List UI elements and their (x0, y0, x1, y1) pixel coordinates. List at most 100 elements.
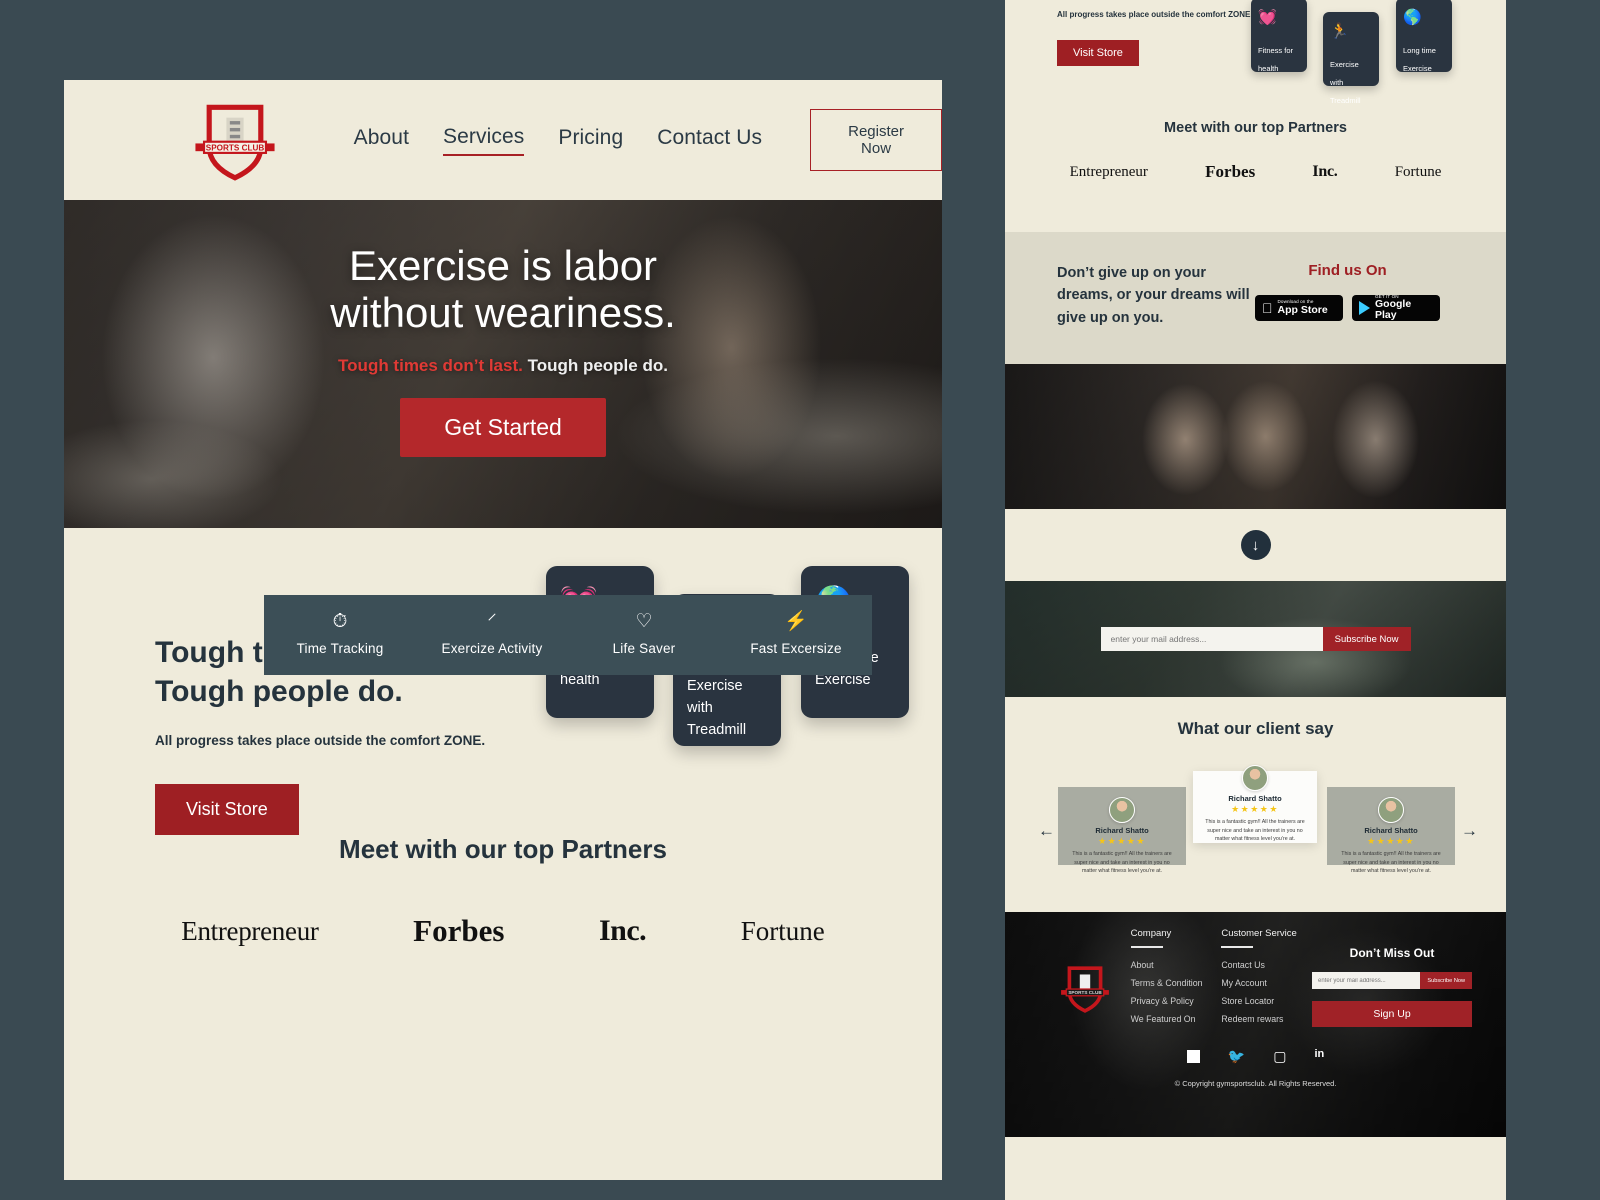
footer-link-store-locator[interactable]: Store Locator (1221, 996, 1312, 1006)
facebook-icon[interactable]: f (1186, 1048, 1200, 1065)
feature-exercize-activity[interactable]: ⸍ Exercize Activity (416, 612, 568, 658)
hero-title-line2: without weariness. (330, 289, 676, 337)
hero-subtitle-white: Tough people do. (522, 356, 668, 376)
visit-store-button[interactable]: Visit Store (155, 784, 299, 835)
google-play-badge[interactable]: GET IT ON Google Play (1352, 294, 1440, 322)
partner-logo-fortune: Fortune (740, 915, 825, 946)
sign-up-button[interactable]: Sign Up (1312, 1001, 1473, 1027)
footer-column-heading: Customer Service (1221, 928, 1297, 939)
testimonials-carousel: ← Richard Shatto ★★★★★ This is a fantast… (1005, 759, 1506, 874)
site-header: SPORTS CLUB About Services Pricing Conta… (64, 80, 942, 200)
footer-link-contact-us[interactable]: Contact Us (1221, 960, 1312, 970)
hero-banner: Exercise is labor without weariness. Tou… (64, 200, 942, 528)
divider (1130, 946, 1163, 948)
partner-logo-entrepreneur: Entrepreneur (181, 915, 319, 946)
testimonial-name: Richard Shatto (1095, 826, 1149, 835)
footer-signup-block: Don’t Miss Out Subscribe Now Sign Up (1312, 928, 1473, 1032)
scroll-down-button[interactable]: ↓ (1240, 530, 1271, 560)
nav-item-about[interactable]: About (354, 126, 409, 155)
rp-program-card-exercise-with-treadmill[interactable]: 🏃 Exercise with Treadmill (1323, 12, 1379, 105)
feature-label: Life Saver (612, 641, 676, 656)
feature-time-tracking[interactable]: ⏱ Time Tracking (264, 612, 416, 658)
footer-link-my-account[interactable]: My Account (1221, 978, 1312, 988)
right-page-preview: All progress takes place outside the com… (1005, 0, 1506, 1200)
heart-icon: ♡ (635, 611, 653, 632)
hero-title-line1: Exercise is labor (348, 242, 658, 289)
twitter-icon[interactable]: 🐦 (1228, 1048, 1245, 1065)
get-started-button[interactable]: Get Started (400, 398, 606, 458)
dreams-band: Don’t give up on your dreams, or your dr… (1005, 232, 1506, 364)
treadmill-runner-icon: 🏃 (1330, 23, 1349, 40)
newsletter-subscribe-button[interactable]: Subscribe Now (1322, 627, 1411, 651)
fast-exercise-icon: ⚡ (784, 611, 808, 632)
heart-dumbbell-icon: 💓 (1258, 9, 1277, 26)
hero-subtitle: Tough times don’t last. Tough people do. (64, 356, 942, 376)
rp-partner-logo-row: Entrepreneur Forbes Inc. Fortune (1005, 162, 1506, 182)
newsletter-band: Subscribe Now (1005, 581, 1506, 697)
footer-column-company: Company About Terms & Condition Privacy … (1130, 928, 1222, 1032)
testimonial-prev-button[interactable]: ← (1038, 821, 1055, 841)
footer-link-privacy-policy[interactable]: Privacy & Policy (1131, 996, 1222, 1006)
nav-item-contact-us[interactable]: Contact Us (657, 126, 762, 155)
testimonial-card[interactable]: Richard Shatto ★★★★★ This is a fantastic… (1058, 787, 1186, 874)
footer-email-input[interactable] (1312, 972, 1421, 989)
instagram-icon[interactable]: ▢ (1273, 1048, 1286, 1065)
hero-title: Exercise is labor without weariness. (64, 242, 942, 336)
testimonial-next-button[interactable]: → (1461, 821, 1478, 841)
hero-subtitle-red: Tough times don’t last. (338, 356, 523, 376)
footer-subscribe-button[interactable]: Subscribe Now (1420, 972, 1473, 989)
star-rating: ★★★★★ (1098, 836, 1146, 846)
testimonial-quote: This is a fantastic gym!! All the traine… (1072, 851, 1172, 875)
register-now-button[interactable]: Register Now (810, 109, 942, 171)
scroll-down-band: ↓ (1005, 509, 1506, 581)
footer-brand-logo[interactable]: SPORTS CLUB (1039, 928, 1131, 1032)
feature-label: Fast Excersize (750, 641, 842, 656)
testimonials-heading: What our client say (1177, 719, 1334, 738)
partner-logo-forbes: Forbes (413, 913, 505, 948)
rp-program-cards: 💓 Fitness for health 🏃 Exercise with Tre… (1249, 0, 1499, 105)
social-links: f 🐦 ▢ in (1005, 1048, 1506, 1065)
copyright-text: © Copyright gymsportsclub. All Rights Re… (1174, 1078, 1337, 1088)
left-page-preview: SPORTS CLUB About Services Pricing Conta… (64, 80, 942, 1180)
testimonial-card-active[interactable]: Richard Shatto ★★★★★ This is a fantastic… (1193, 765, 1317, 843)
newsletter-email-input[interactable] (1100, 627, 1323, 651)
testimonials-section: What our client say ← Richard Shatto ★★★… (1005, 697, 1506, 912)
app-store-badge[interactable]:  Download on the App Store (1255, 295, 1343, 321)
app-store-badge-big: App Store (1267, 303, 1328, 316)
feature-label: Exercize Activity (441, 641, 543, 656)
avatar (1109, 797, 1135, 823)
svg-text:SPORTS CLUB: SPORTS CLUB (1068, 990, 1102, 995)
brand-logo[interactable]: SPORTS CLUB (159, 97, 312, 183)
nav-item-services[interactable]: Services (443, 125, 525, 156)
find-us-block: Find us On  Download on the App Store G… (1255, 262, 1454, 364)
google-play-badge-big: Google Play (1375, 298, 1412, 322)
footer-column-customer-service: Customer Service Contact Us My Account S… (1221, 928, 1312, 1032)
globe-athlete-icon: 🌎 (1403, 9, 1422, 26)
footer-link-about[interactable]: About (1131, 960, 1222, 970)
rp-partner-logo-entrepreneur: Entrepreneur (1069, 163, 1148, 180)
shield-logo-icon: SPORTS CLUB (1060, 966, 1109, 1013)
feature-label: Time Tracking (296, 641, 384, 656)
footer-link-we-featured-on[interactable]: We Featured On (1131, 1014, 1222, 1024)
site-footer: SPORTS CLUB Company About Terms & Condit… (1005, 912, 1506, 1137)
linkedin-icon[interactable]: in (1314, 1048, 1324, 1065)
testimonial-quote: This is a fantastic gym!! All the traine… (1341, 851, 1441, 875)
rp-visit-store-button[interactable]: Visit Store (1057, 40, 1139, 66)
rp-partners-heading: Meet with our top Partners (1164, 120, 1347, 136)
rp-program-card-fitness-for-health[interactable]: 💓 Fitness for health (1251, 0, 1307, 73)
partners-heading: Meet with our top Partners (339, 834, 667, 864)
rp-program-card-long-time-exercise[interactable]: 🌎 Long time Exercise (1396, 0, 1452, 73)
rp-tough-section: All progress takes place outside the com… (1005, 0, 1506, 232)
primary-nav: About Services Pricing Contact Us (354, 125, 762, 156)
newsletter-form: Subscribe Now (1100, 627, 1411, 651)
footer-link-redeem-rewars[interactable]: Redeem rewars (1221, 1014, 1312, 1024)
feature-fast-excersize[interactable]: ⚡ Fast Excersize (720, 612, 872, 658)
testimonial-card[interactable]: Richard Shatto ★★★★★ This is a fantastic… (1327, 787, 1455, 874)
dreams-quote: Don’t give up on your dreams, or your dr… (1057, 265, 1250, 326)
nav-item-pricing[interactable]: Pricing (558, 126, 623, 155)
testimonial-quote: This is a fantastic gym!! All the traine… (1205, 819, 1305, 843)
arrow-down-icon: ↓ (1251, 536, 1260, 554)
rp-partner-logo-inc: Inc. (1312, 163, 1338, 180)
feature-life-saver[interactable]: ♡ Life Saver (568, 612, 720, 658)
footer-link-terms-condition[interactable]: Terms & Condition (1131, 978, 1222, 988)
